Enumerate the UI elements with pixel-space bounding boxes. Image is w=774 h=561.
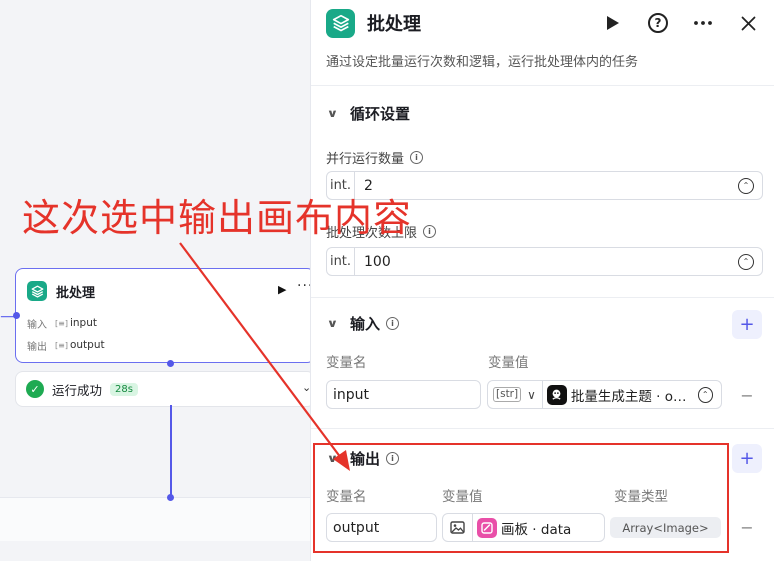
output-section-header[interactable]: ∨ 输出 i [326, 447, 399, 469]
play-icon [607, 16, 619, 30]
duration-badge: 28s [110, 382, 138, 396]
remove-input-button[interactable]: − [737, 385, 757, 405]
remove-output-button[interactable]: − [737, 517, 757, 537]
run-button[interactable] [599, 9, 627, 37]
stepper-icon[interactable]: ⌃ [738, 177, 754, 194]
parallel-count-input[interactable] [355, 173, 738, 198]
connection-line [170, 405, 172, 498]
layers-icon [326, 8, 355, 38]
info-icon[interactable]: i [385, 316, 399, 330]
divider [311, 85, 774, 86]
output-section-title: 输出 [349, 449, 380, 468]
input-col-value: 变量值 [488, 355, 529, 371]
output-col-name: 变量名 [326, 489, 367, 505]
node-output-value: output [69, 339, 105, 351]
input-var-name-field[interactable]: input [326, 380, 481, 409]
node-run-icon[interactable]: ▶ [278, 283, 286, 296]
loop-settings-title: 循环设置 [349, 104, 410, 123]
node-settings-panel: 批处理 ? 通过设定批量运行次数和逻辑，运行批处理体内的任务 ∨ 循环设置 并行… [310, 0, 774, 561]
info-icon[interactable]: i [410, 151, 424, 164]
output-col-value: 变量值 [442, 489, 483, 505]
panel-description: 通过设定批量运行次数和逻辑，运行批处理体内的任务 [326, 55, 639, 70]
info-icon[interactable]: i [423, 225, 437, 238]
variable-icon: [≡] [55, 318, 68, 328]
divider [311, 297, 774, 298]
layers-icon [27, 281, 47, 301]
workflow-canvas[interactable]: ⟶ 批处理 ▶ ··· 输入 [≡]input 输出 [≡]output ✓ 运… [0, 0, 310, 561]
node-input-row: 输入 [≡] input [27, 314, 97, 332]
output-var-type-badge: Array<Image> [610, 517, 721, 538]
output-var-ref: 画板 · data [501, 521, 572, 538]
input-var-value-field[interactable]: [str] ∨ 批量生成主题 · o… ⌃ [487, 380, 722, 409]
str-type-chip: [str] [493, 387, 522, 402]
info-icon[interactable]: i [385, 451, 399, 465]
canvas-bottom-strip [0, 497, 310, 541]
batch-limit-field[interactable]: int. ⌃ [326, 247, 763, 276]
input-section-title: 输入 [349, 314, 380, 333]
chevron-down-icon: ∨ [326, 106, 339, 120]
node-input-value: input [69, 317, 97, 329]
add-input-button[interactable]: + [732, 310, 762, 339]
run-status-text: 运行成功 [52, 382, 103, 398]
chevron-down-icon: ∨ [326, 451, 339, 465]
node-more-icon[interactable]: ··· [297, 278, 310, 294]
node-bottom-port[interactable] [167, 360, 174, 367]
loop-settings-header[interactable]: ∨ 循环设置 [326, 102, 410, 124]
connection-port[interactable] [167, 494, 174, 501]
image-type-icon [443, 514, 473, 541]
stepper-icon[interactable]: ⌃ [697, 386, 713, 403]
batch-limit-input[interactable] [355, 249, 738, 274]
node-title: 批处理 [56, 285, 96, 301]
output-var-name-field[interactable]: output [326, 513, 437, 542]
output-var-value-field[interactable]: 画板 · data [442, 513, 605, 542]
int-type-label: int. [327, 248, 355, 275]
panel-title: 批处理 [367, 14, 421, 35]
stepper-icon[interactable]: ⌃ [738, 253, 754, 270]
run-status-bar[interactable]: ✓ 运行成功 28s ⌄ [15, 371, 310, 407]
input-var-ref: 批量生成主题 · o… [570, 388, 687, 405]
parallel-count-label: 并行运行数量 i [326, 148, 424, 167]
batch-node[interactable]: 批处理 ▶ ··· 输入 [≡]input 输出 [≡]output [15, 268, 310, 363]
chevron-down-icon[interactable]: ∨ [527, 388, 536, 402]
variable-icon: [≡] [55, 340, 68, 350]
input-col-name: 变量名 [326, 355, 367, 371]
help-button[interactable]: ? [644, 9, 672, 37]
divider [311, 428, 774, 429]
close-icon [741, 16, 755, 30]
chevron-down-icon[interactable]: ⌄ [302, 381, 310, 394]
more-button[interactable] [689, 9, 717, 37]
add-output-button[interactable]: + [732, 444, 762, 473]
annotation-text: 这次选中输出画布内容 [22, 196, 413, 240]
node-output-label: 输出 [27, 341, 47, 353]
check-circle-icon: ✓ [26, 380, 44, 398]
node-output-row: 输出 [≡] output [27, 336, 105, 354]
board-icon [477, 517, 497, 538]
node-input-port[interactable] [13, 312, 20, 319]
more-icon [694, 21, 712, 25]
output-col-type: 变量类型 [614, 489, 668, 505]
help-icon: ? [648, 13, 668, 33]
chevron-down-icon: ∨ [326, 316, 339, 330]
node-input-label: 输入 [27, 319, 47, 331]
close-button[interactable] [734, 9, 762, 37]
input-section-header[interactable]: ∨ 输入 i [326, 312, 399, 334]
node-avatar-icon [546, 384, 567, 405]
